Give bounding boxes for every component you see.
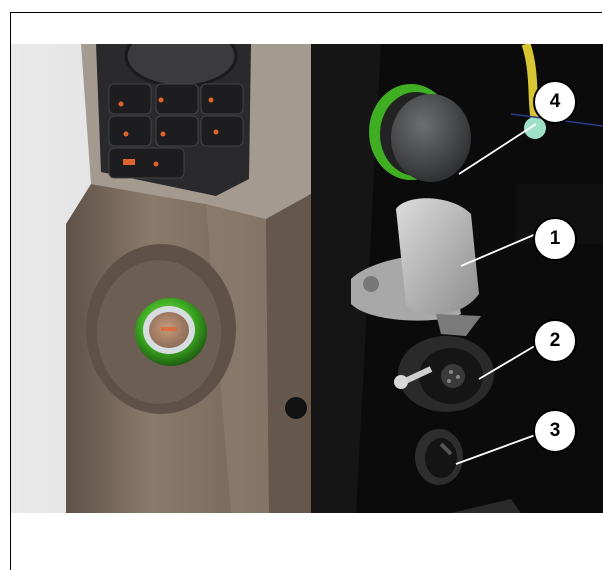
housing-hole <box>285 397 307 419</box>
callout-1: 1 <box>533 217 577 261</box>
callout-4-label: 4 <box>549 91 561 112</box>
callout-2-label: 2 <box>549 330 561 351</box>
socket-1-cover <box>396 198 479 315</box>
callout-2: 2 <box>533 319 577 363</box>
callout-3: 3 <box>533 409 577 453</box>
callout-4: 4 <box>533 80 577 124</box>
callout-3-label: 3 <box>549 420 561 441</box>
callout-1-label: 1 <box>549 228 561 249</box>
control-panel-photo: 4 1 2 3 <box>11 44 603 513</box>
dark-knob <box>391 94 471 182</box>
